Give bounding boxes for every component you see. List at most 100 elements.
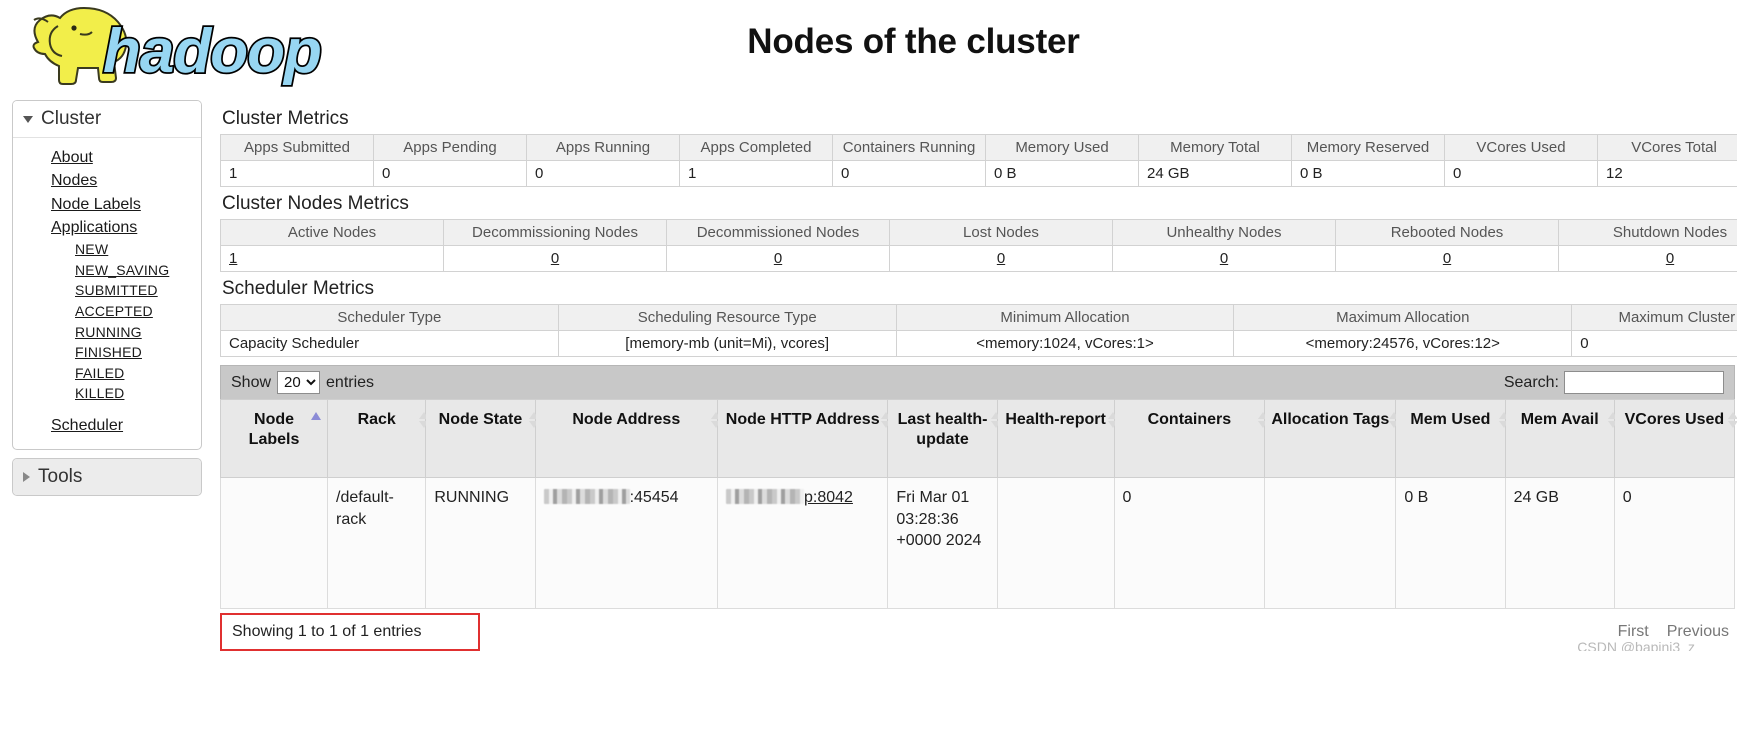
redacted-hostname [543, 488, 630, 504]
val-decommissioned-nodes[interactable]: 0 [774, 250, 782, 267]
redacted-hostname [726, 488, 804, 504]
sidebar-item-app-finished[interactable]: FINISHED [13, 342, 201, 363]
table-header-row: Scheduler Type Scheduling Resource Type … [220, 304, 1737, 331]
sort-ascending-icon[interactable] [311, 412, 322, 420]
col-maximum-cluster-priority: Maximum Cluster Application Priority [1571, 304, 1737, 331]
val-vcores-used: 0 [1444, 160, 1598, 187]
search-input[interactable] [1564, 371, 1724, 394]
sidebar-tools-header[interactable]: Tools [13, 459, 201, 496]
val-shutdown-nodes[interactable]: 0 [1666, 250, 1674, 267]
val-apps-pending: 0 [373, 160, 527, 187]
sidebar-item-node-labels[interactable]: Node Labels [13, 193, 201, 216]
col-health-report[interactable]: Health-report [996, 399, 1118, 478]
cell-mem-used: 0 B [1395, 477, 1506, 609]
col-node-address[interactable]: Node Address [534, 399, 721, 478]
col-last-health-update[interactable]: Last health-update [887, 399, 1001, 478]
page-title: Nodes of the cluster [747, 22, 1080, 61]
col-containers-running: Containers Running [832, 134, 986, 161]
sidebar-item-app-accepted[interactable]: ACCEPTED [13, 301, 201, 322]
sidebar-cluster-header[interactable]: Cluster [13, 101, 201, 138]
cluster-metrics-table: Apps Submitted Apps Pending Apps Running… [220, 134, 1737, 187]
sidebar-item-scheduler[interactable]: Scheduler [13, 414, 201, 437]
col-decommissioned-nodes: Decommissioned Nodes [666, 219, 890, 246]
col-label: VCores Used [1624, 411, 1725, 428]
val-memory-total: 24 GB [1138, 160, 1292, 187]
col-scheduler-type: Scheduler Type [220, 304, 559, 331]
col-allocation-tags[interactable]: Allocation Tags [1264, 399, 1400, 478]
col-memory-reserved: Memory Reserved [1291, 134, 1445, 161]
col-vcores-used: VCores Used [1444, 134, 1598, 161]
sidebar-item-nodes[interactable]: Nodes [13, 169, 201, 192]
col-rack[interactable]: Rack [327, 399, 430, 478]
sidebar-item-app-new-saving[interactable]: NEW_SAVING [13, 260, 201, 281]
col-label: Last health-update [897, 411, 988, 449]
sidebar-item-app-failed[interactable]: FAILED [13, 363, 201, 384]
val-unhealthy-nodes[interactable]: 0 [1220, 250, 1228, 267]
table-row: 1 0 0 1 0 0 B 24 GB 0 B 0 12 [220, 160, 1737, 187]
col-label: Health-report [1005, 411, 1106, 428]
val-maximum-cluster-priority: 0 [1571, 330, 1737, 357]
val-minimum-allocation: <memory:1024, vCores:1> [895, 330, 1235, 357]
col-label: Containers [1147, 411, 1232, 428]
chevron-down-icon [23, 115, 33, 123]
node-address-port: :45454 [629, 488, 679, 506]
page-length-control: Show 20 entries [231, 371, 374, 394]
sidebar-item-applications[interactable]: Applications [13, 216, 201, 239]
cell-mem-avail: 24 GB [1504, 477, 1615, 609]
col-node-http-address[interactable]: Node HTTP Address [716, 399, 892, 478]
val-vcores-total: 12 [1597, 160, 1737, 187]
col-mem-avail[interactable]: Mem Avail [1504, 399, 1618, 478]
content-area: Cluster Metrics Apps Submitted Apps Pend… [220, 100, 1737, 651]
col-node-labels[interactable]: Node Labels [220, 399, 329, 478]
cluster-metrics-title: Cluster Metrics [222, 108, 349, 129]
val-memory-reserved: 0 B [1291, 160, 1445, 187]
cell-allocation-tags [1264, 477, 1397, 609]
col-lost-nodes: Lost Nodes [889, 219, 1113, 246]
main-layout: Cluster About Nodes Node Labels Applicat… [0, 100, 1737, 651]
col-maximum-allocation: Maximum Allocation [1233, 304, 1573, 331]
table-row[interactable]: /default-rack RUNNING :45454 p:8042 Fri … [220, 477, 1736, 609]
sidebar: Cluster About Nodes Node Labels Applicat… [12, 100, 202, 504]
nodes-datatable: Show 20 entries Search: Node Labels Rack… [220, 365, 1737, 651]
sidebar-item-app-killed[interactable]: KILLED [13, 383, 201, 404]
col-node-state[interactable]: Node State [425, 399, 539, 478]
sidebar-panel-tools: Tools [12, 458, 202, 497]
table-row: 1 0 0 0 0 0 0 [220, 245, 1737, 272]
col-containers[interactable]: Containers [1113, 399, 1269, 478]
cell-node-labels [220, 477, 329, 609]
search-label: Search: [1503, 373, 1559, 391]
cell-node-http-address[interactable]: p:8042 [716, 477, 889, 609]
watermark: CSDN @bapini3_z [1577, 638, 1695, 651]
datatable-footer: Showing 1 to 1 of 1 entries First Previo… [220, 612, 1735, 651]
page-length-select[interactable]: 20 [277, 371, 321, 394]
val-decommissioning-nodes[interactable]: 0 [551, 250, 559, 267]
val-active-nodes[interactable]: 1 [229, 250, 237, 267]
val-apps-completed: 1 [679, 160, 833, 187]
table-header-row: Node Labels Rack Node State Node Address… [220, 399, 1737, 478]
sidebar-item-app-new[interactable]: NEW [13, 239, 201, 260]
datatable-info-highlight: Showing 1 to 1 of 1 entries [220, 612, 480, 651]
val-rebooted-nodes[interactable]: 0 [1443, 250, 1451, 267]
sidebar-item-about[interactable]: About [13, 146, 201, 169]
node-http-address-port[interactable]: p:8042 [804, 489, 853, 506]
cell-node-address: :45454 [534, 477, 719, 609]
col-vcores-used[interactable]: VCores Used [1613, 399, 1737, 478]
val-apps-running: 0 [526, 160, 680, 187]
sidebar-panel-cluster: Cluster About Nodes Node Labels Applicat… [12, 100, 202, 451]
sidebar-item-app-running[interactable]: RUNNING [13, 322, 201, 343]
val-scheduling-resource-type: [memory-mb (unit=Mi), vcores] [557, 330, 897, 357]
col-memory-total: Memory Total [1138, 134, 1292, 161]
col-mem-used[interactable]: Mem Used [1395, 399, 1509, 478]
col-unhealthy-nodes: Unhealthy Nodes [1112, 219, 1336, 246]
val-lost-nodes[interactable]: 0 [997, 250, 1005, 267]
col-minimum-allocation: Minimum Allocation [895, 304, 1235, 331]
sidebar-tools-label: Tools [38, 466, 83, 488]
scheduler-metrics-table: Scheduler Type Scheduling Resource Type … [220, 304, 1737, 357]
col-apps-submitted: Apps Submitted [220, 134, 374, 161]
col-shutdown-nodes: Shutdown Nodes [1558, 219, 1737, 246]
col-decommissioning-nodes: Decommissioning Nodes [443, 219, 667, 246]
col-scheduling-resource-type: Scheduling Resource Type [557, 304, 897, 331]
nodes-table: Node Labels Rack Node State Node Address… [220, 399, 1737, 609]
sidebar-item-app-submitted[interactable]: SUBMITTED [13, 280, 201, 301]
